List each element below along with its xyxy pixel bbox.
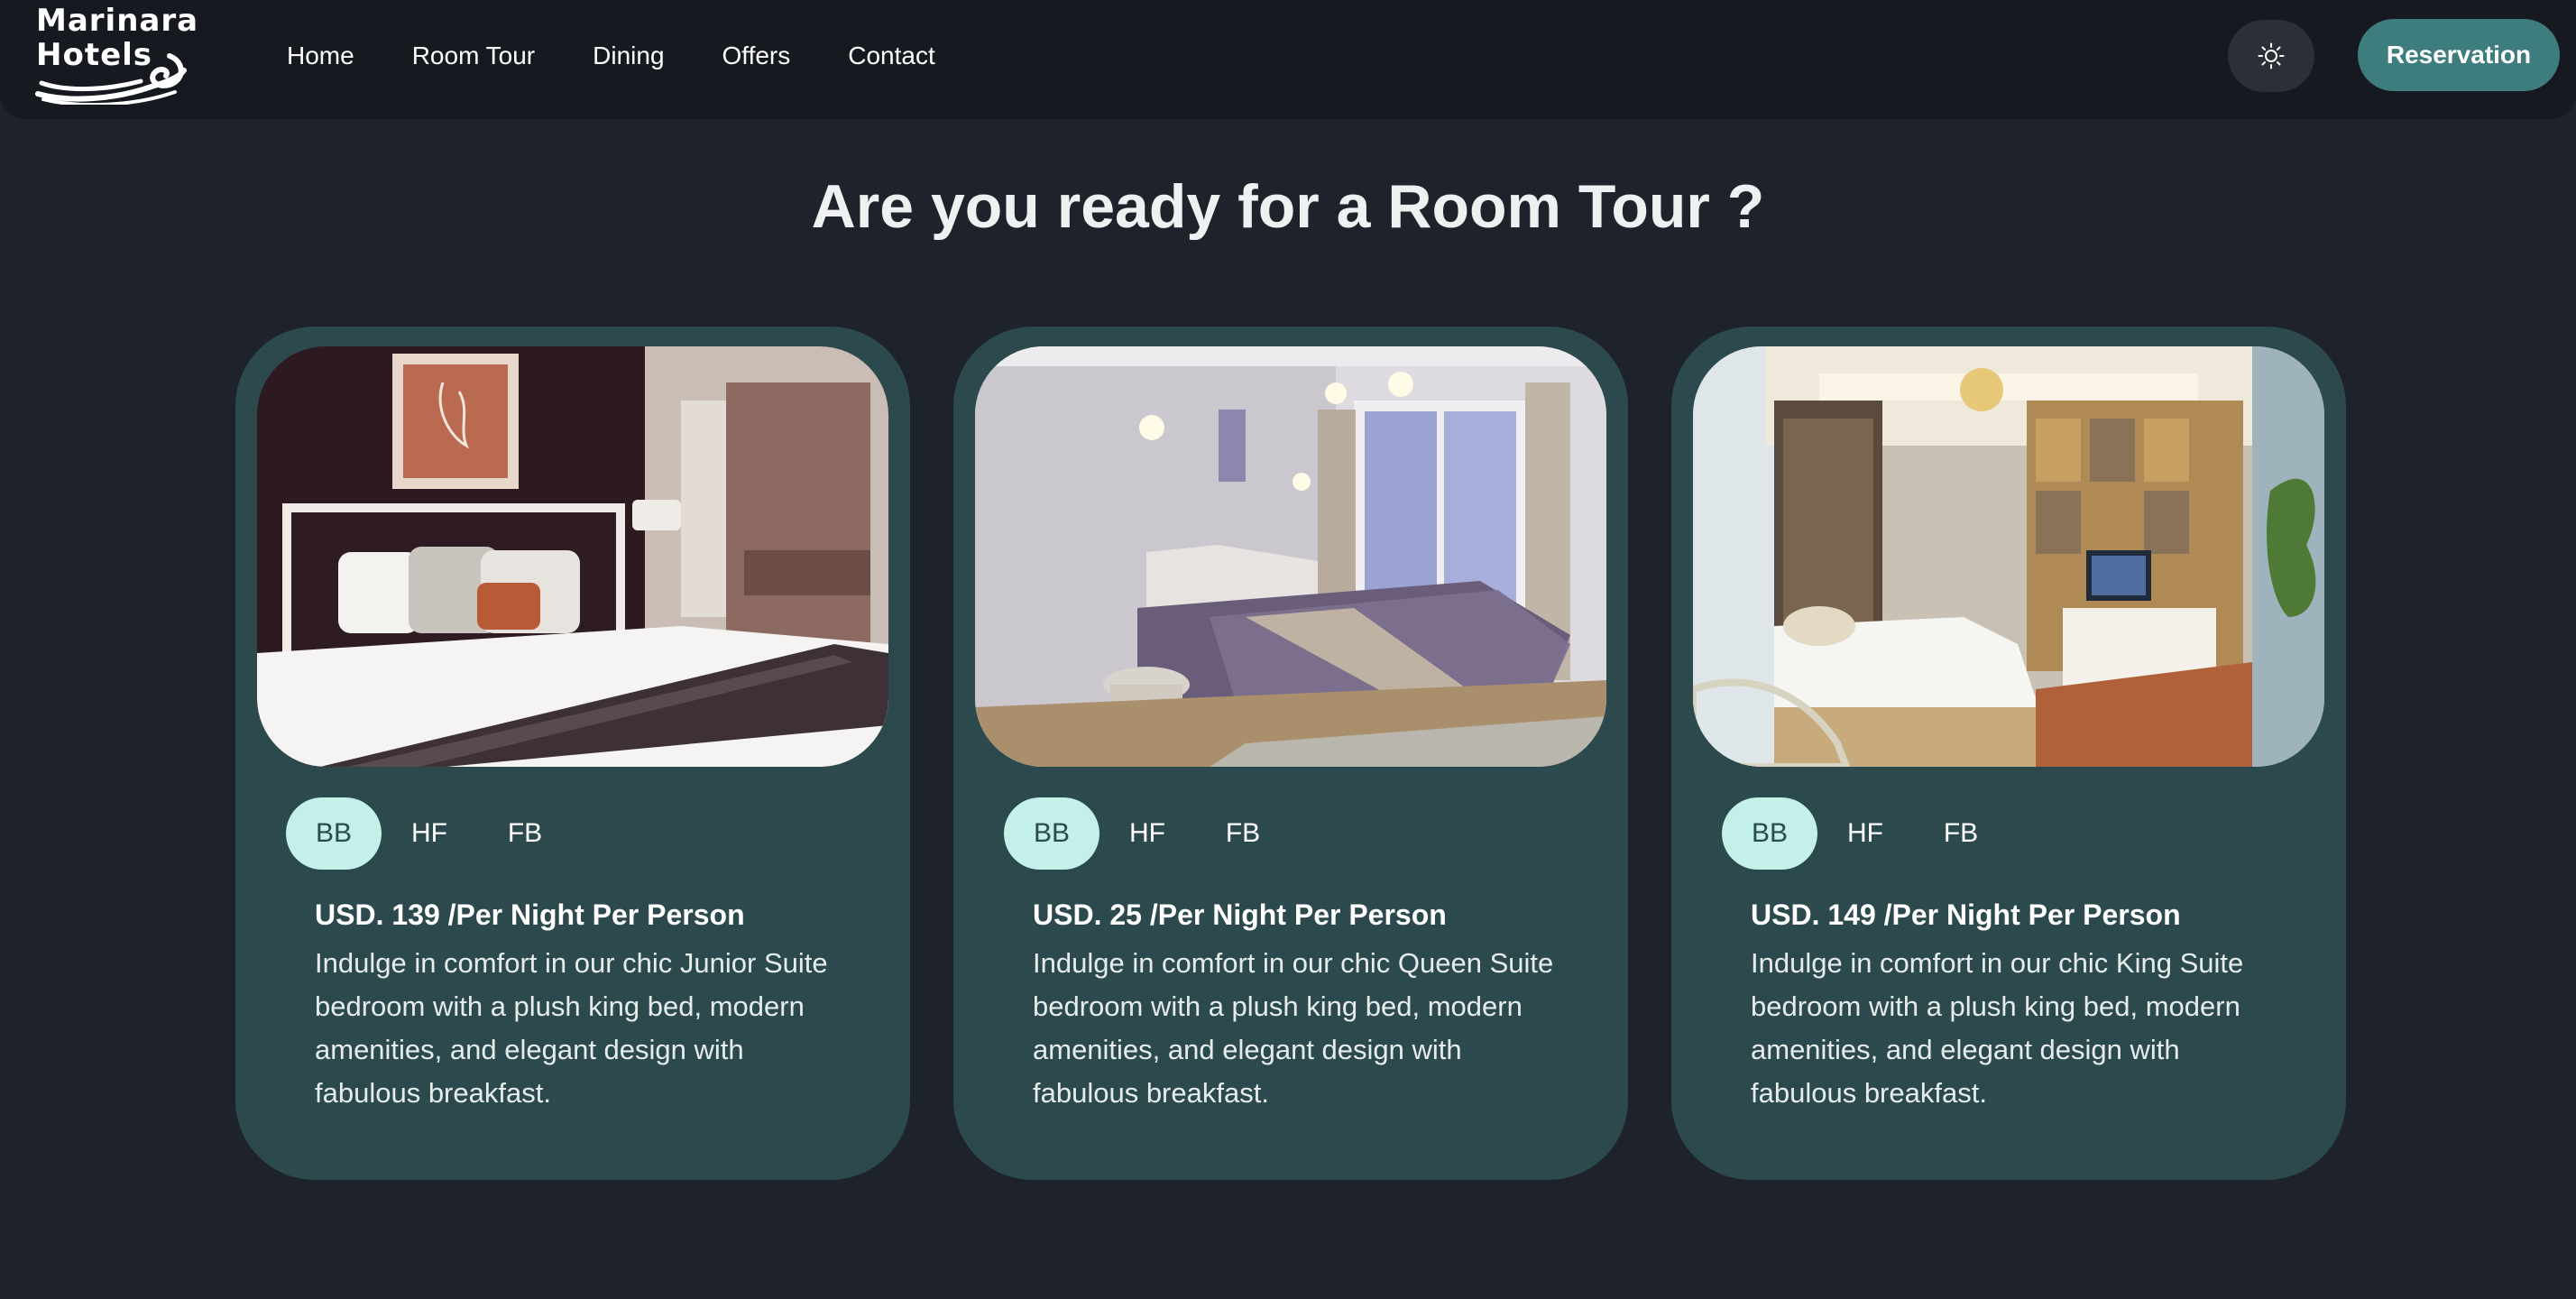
plan-tab-fb[interactable]: FB bbox=[1913, 797, 2009, 870]
sun-icon bbox=[2258, 42, 2285, 69]
room-description: Indulge in comfort in our chic Queen Sui… bbox=[1033, 947, 1554, 1109]
brand-name-line1: Marinara bbox=[36, 3, 199, 39]
room-price: USD. 25 /Per Night Per Person bbox=[1033, 898, 1447, 931]
nav-link-home[interactable]: Home bbox=[287, 41, 354, 70]
room-card-junior-suite: BB HF FB USD. 139 /Per Night Per Person … bbox=[235, 327, 910, 1180]
board-plan-tabs: BB HF FB bbox=[1004, 797, 1291, 870]
navbar: Marinara Hotels Home Room Tour Dining Of… bbox=[0, 0, 2576, 119]
plan-tab-hf[interactable]: HF bbox=[1099, 797, 1195, 870]
plan-tab-fb[interactable]: FB bbox=[1195, 797, 1291, 870]
board-plan-tabs: BB HF FB bbox=[1722, 797, 2009, 870]
room-photo-king-suite bbox=[1693, 346, 2324, 767]
room-card-king-suite: BB HF FB USD. 149 /Per Night Per Person … bbox=[1671, 327, 2346, 1180]
board-plan-tabs: BB HF FB bbox=[286, 797, 573, 870]
plan-tab-bb[interactable]: BB bbox=[286, 797, 382, 870]
nav-link-dining[interactable]: Dining bbox=[593, 41, 664, 70]
plan-tab-bb[interactable]: BB bbox=[1004, 797, 1099, 870]
room-photo-junior-suite bbox=[257, 346, 888, 767]
theme-toggle-button[interactable] bbox=[2228, 20, 2314, 92]
nav-link-offers[interactable]: Offers bbox=[722, 41, 791, 70]
plan-tab-hf[interactable]: HF bbox=[382, 797, 477, 870]
reservation-button[interactable]: Reservation bbox=[2358, 19, 2560, 91]
plan-tab-hf[interactable]: HF bbox=[1817, 797, 1913, 870]
room-card-queen-suite: BB HF FB USD. 25 /Per Night Per Person I… bbox=[953, 327, 1628, 1180]
room-price: USD. 149 /Per Night Per Person bbox=[1751, 898, 2181, 931]
page-title: Are you ready for a Room Tour ? bbox=[811, 172, 1765, 241]
nav-link-room-tour[interactable]: Room Tour bbox=[412, 41, 535, 70]
nav-link-contact[interactable]: Contact bbox=[848, 41, 935, 70]
brand-logo[interactable]: Marinara Hotels bbox=[34, 3, 199, 106]
plan-tab-bb[interactable]: BB bbox=[1722, 797, 1817, 870]
room-description: Indulge in comfort in our chic Junior Su… bbox=[315, 947, 828, 1109]
room-photo-queen-suite bbox=[975, 346, 1606, 767]
main-nav: Home Room Tour Dining Offers Contact bbox=[287, 0, 993, 112]
room-description: Indulge in comfort in our chic King Suit… bbox=[1751, 947, 2244, 1109]
plan-tab-fb[interactable]: FB bbox=[477, 797, 573, 870]
wave-logo-icon bbox=[35, 53, 187, 105]
room-price: USD. 139 /Per Night Per Person bbox=[315, 898, 745, 931]
